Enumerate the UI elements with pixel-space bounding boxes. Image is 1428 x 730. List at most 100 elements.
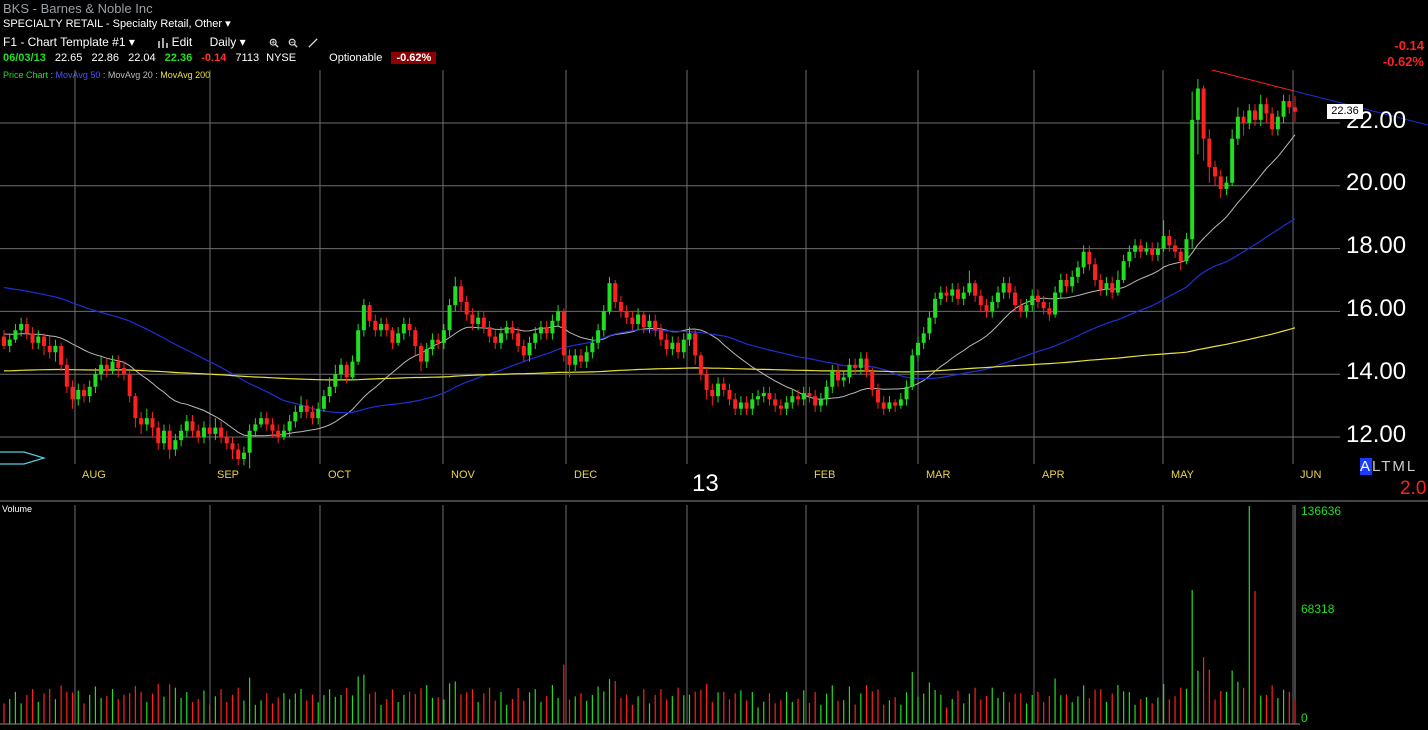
- candle-body: [1178, 251, 1183, 262]
- candles: [2, 79, 1297, 469]
- price-volume-chart[interactable]: [0, 0, 1428, 730]
- candle-body: [527, 342, 532, 356]
- alt-tab-l[interactable]: L: [1372, 458, 1381, 475]
- resistance-trendline: [1211, 69, 1295, 92]
- candle-body: [521, 345, 526, 356]
- candle-body: [1133, 245, 1138, 252]
- candle-body: [567, 355, 572, 365]
- candle-body: [733, 399, 738, 409]
- candle-body: [607, 283, 612, 312]
- candle-body: [436, 339, 441, 343]
- candle-body: [836, 371, 841, 381]
- candle-body: [1287, 101, 1292, 108]
- candle-body: [390, 330, 395, 343]
- candle-body: [721, 383, 726, 390]
- candle-body: [1093, 264, 1098, 280]
- candle-body: [538, 327, 543, 334]
- candle-body: [1047, 308, 1052, 315]
- candle-body: [1110, 283, 1115, 293]
- candle-body: [738, 402, 743, 409]
- alt-tab-a[interactable]: A: [1360, 458, 1373, 475]
- candle-body: [47, 345, 52, 353]
- alt-tab-l2[interactable]: L: [1407, 458, 1417, 475]
- candle-body: [419, 345, 424, 362]
- candle-body: [973, 283, 978, 296]
- candle-body: [1030, 295, 1035, 306]
- candle-body: [933, 298, 938, 318]
- candle-body: [1018, 305, 1023, 312]
- candle-body: [858, 358, 863, 368]
- y-tick-12: 12.00: [1346, 421, 1407, 448]
- candle-body: [584, 352, 589, 362]
- candle-body: [241, 452, 246, 459]
- candle-body: [1270, 113, 1275, 130]
- candle-body: [121, 367, 126, 375]
- candle-body: [590, 342, 595, 353]
- candle-body: [1013, 292, 1018, 306]
- candle-body: [1075, 267, 1080, 277]
- candle-body: [681, 339, 686, 353]
- alt-tab-t[interactable]: T: [1381, 458, 1392, 475]
- candle-body: [750, 399, 755, 409]
- corner-value: 2.0: [1400, 478, 1427, 499]
- candle-body: [458, 286, 463, 302]
- candle-body: [310, 411, 315, 419]
- candle-body: [1258, 104, 1263, 120]
- candle-body: [670, 342, 675, 350]
- candle-body: [870, 371, 875, 390]
- candle-body: [133, 396, 138, 419]
- month-mar: MAR: [926, 469, 951, 481]
- candle-body: [790, 396, 795, 403]
- candle-body: [807, 393, 812, 397]
- y-tick-20: 20.00: [1346, 169, 1407, 196]
- candle-body: [144, 418, 149, 425]
- candle-body: [853, 364, 858, 368]
- candle-body: [441, 330, 446, 343]
- candle-body: [487, 327, 492, 337]
- candle-body: [201, 427, 206, 437]
- candle-body: [1127, 251, 1132, 262]
- candle-body: [481, 317, 486, 328]
- month-jun: JUN: [1300, 469, 1322, 481]
- candle-body: [961, 292, 966, 299]
- candle-body: [1041, 301, 1046, 309]
- ma200-line: [3, 327, 1296, 381]
- candle-body: [453, 286, 458, 306]
- candle-body: [1264, 104, 1269, 114]
- candle-body: [339, 364, 344, 375]
- candle-body: [1195, 88, 1200, 120]
- candle-body: [824, 386, 829, 400]
- candle-body: [413, 330, 418, 346]
- candle-body: [1235, 116, 1240, 139]
- candle-body: [801, 393, 806, 400]
- candle-body: [1053, 292, 1058, 315]
- candle-body: [796, 396, 801, 400]
- volume-tick-max: 136636: [1301, 504, 1342, 518]
- candle-body: [1024, 305, 1029, 312]
- candle-body: [87, 386, 92, 397]
- candle-body: [41, 336, 46, 346]
- candle-body: [476, 317, 481, 324]
- candle-body: [693, 333, 698, 356]
- candle-body: [24, 323, 29, 334]
- candle-body: [104, 364, 109, 372]
- candle-body: [1253, 110, 1258, 120]
- alt-tabs: ALTML: [1360, 458, 1417, 475]
- candle-body: [710, 389, 715, 397]
- y-tick-18: 18.00: [1346, 232, 1407, 259]
- candle-body: [1167, 236, 1172, 246]
- candle-body: [778, 405, 783, 409]
- candle-body: [424, 349, 429, 362]
- candle-body: [1001, 283, 1006, 293]
- candle-body: [915, 342, 920, 356]
- candle-body: [1213, 166, 1218, 177]
- candle-body: [950, 289, 955, 296]
- month-aug: AUG: [82, 469, 106, 481]
- candle-body: [59, 345, 64, 365]
- candle-body: [921, 333, 926, 343]
- candle-body: [64, 364, 69, 387]
- alt-tab-m[interactable]: M: [1392, 458, 1407, 475]
- candle-body: [544, 327, 549, 334]
- candle-body: [756, 396, 761, 400]
- candle-body: [1144, 248, 1149, 252]
